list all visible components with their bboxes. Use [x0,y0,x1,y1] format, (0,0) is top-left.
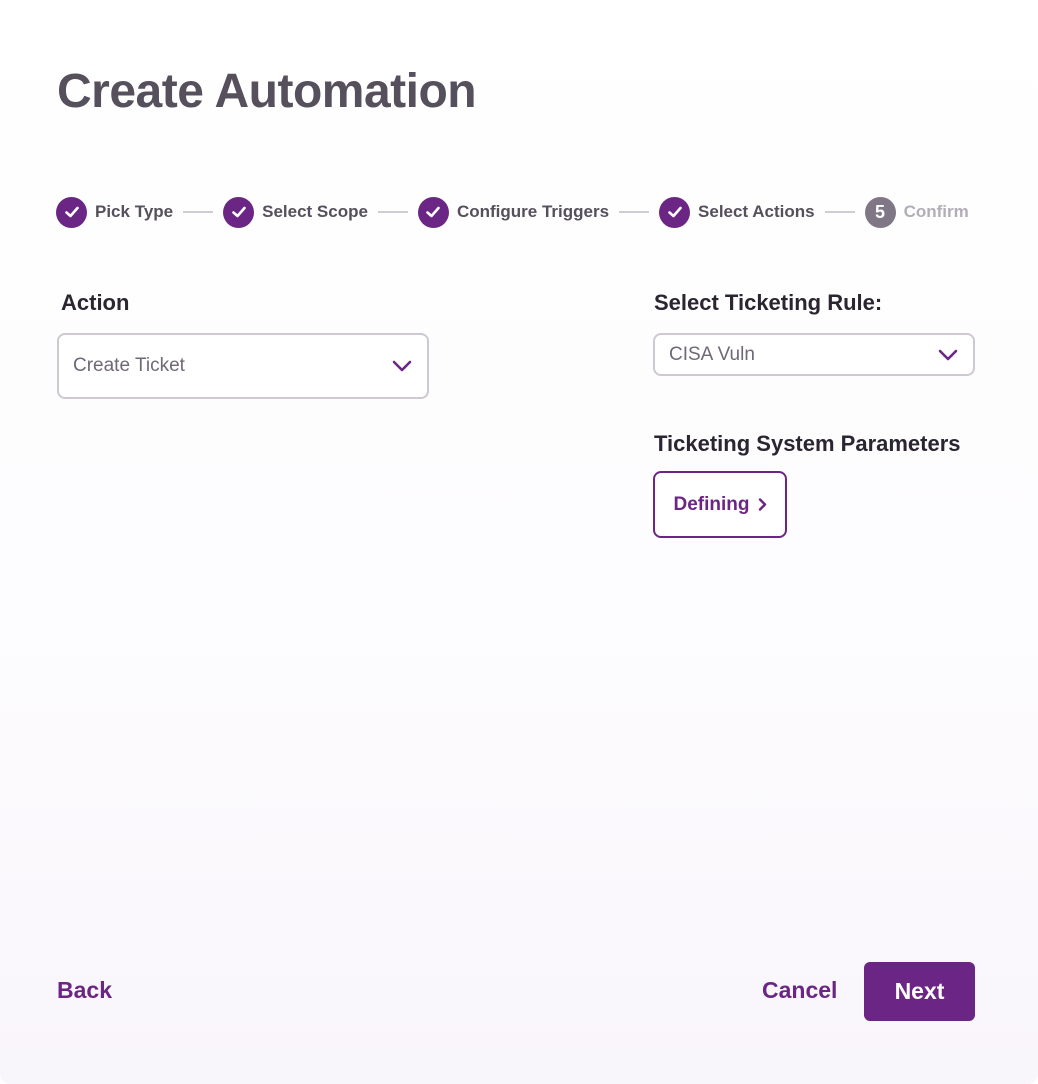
cancel-button[interactable]: Cancel [762,977,837,1004]
ticketing-rule-selected-value: CISA Vuln [669,343,755,365]
step-connector [377,211,408,213]
defining-button-label: Defining [673,493,750,515]
check-circle-icon [223,196,255,228]
step-number-badge: 5 [864,196,896,228]
step-confirm: 5 Confirm [864,196,969,228]
step-connector [619,211,650,213]
check-circle-icon [56,196,87,228]
page-title: Create Automation [57,65,477,118]
create-automation-page: Create Automation Pick Type Select Scope… [0,0,1038,1084]
step-number: 5 [875,202,886,222]
ticketing-rule-select[interactable]: CISA Vuln [653,333,975,376]
step-connector [824,211,855,213]
stepper: Pick Type Select Scope Configure Trigger… [56,196,969,228]
action-selected-value: Create Ticket [73,355,185,376]
step-configure-triggers[interactable]: Configure Triggers [417,196,610,228]
step-connector [183,211,214,213]
next-button[interactable]: Next [864,962,975,1021]
chevron-down-icon [937,348,959,362]
step-label: Select Scope [262,202,368,221]
step-label: Select Actions [698,202,815,221]
ticketing-rule-label: Select Ticketing Rule: [654,290,883,315]
step-select-scope[interactable]: Select Scope [223,196,368,228]
check-circle-icon [659,196,691,228]
step-label: Configure Triggers [456,202,610,221]
action-label: Action [61,290,130,315]
step-label: Pick Type [95,202,174,221]
chevron-right-icon [758,498,767,511]
step-pick-type[interactable]: Pick Type [56,196,174,228]
action-select[interactable]: Create Ticket [57,333,429,399]
ticketing-params-label: Ticketing System Parameters [654,431,961,456]
defining-button[interactable]: Defining [653,471,787,538]
step-label: Confirm [903,202,969,221]
back-button[interactable]: Back [57,977,112,1004]
chevron-down-icon [391,359,413,373]
check-circle-icon [417,196,449,228]
step-select-actions[interactable]: Select Actions [659,196,815,228]
